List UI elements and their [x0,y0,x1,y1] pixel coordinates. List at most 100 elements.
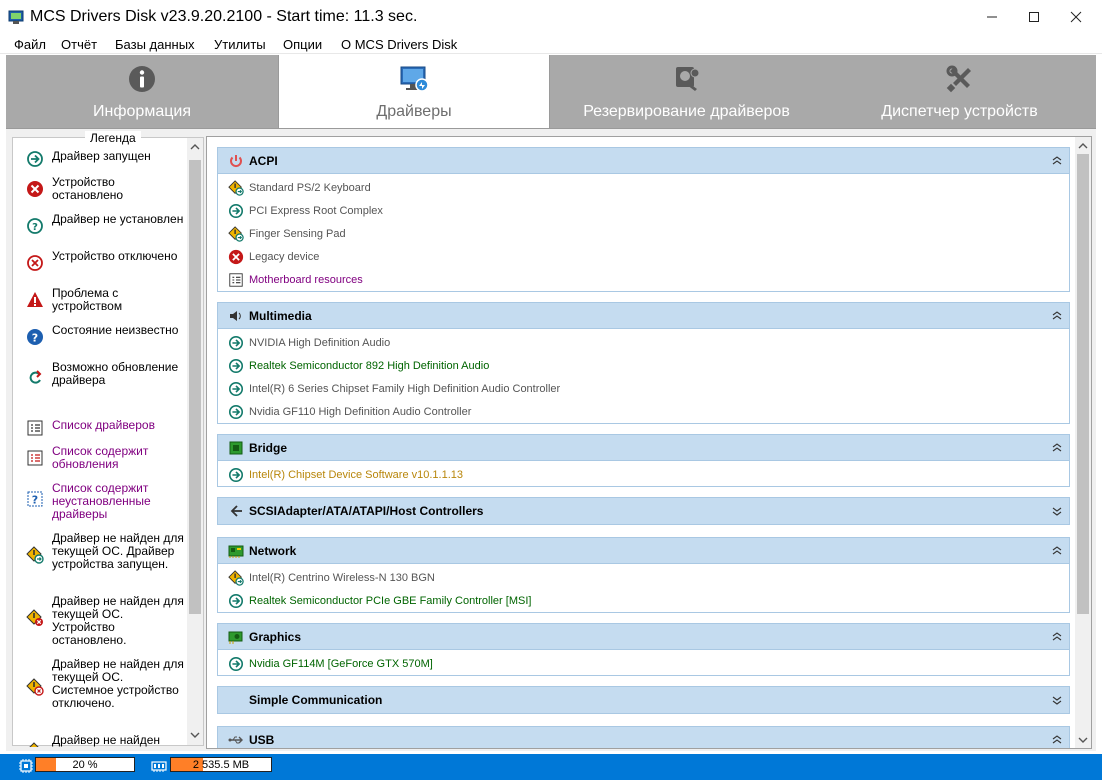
main-tabs: Информация Драйверы Резервирование драйв… [6,55,1096,129]
chevron-up-icon [190,143,200,149]
driver-row[interactable]: Motherboard resources [228,270,1058,290]
menu-about[interactable]: О MCS Drivers Disk [341,37,457,52]
legend-text: Драйвер не установлен [52,212,184,226]
group-graphics: Graphics Nvidia GF114M [GeForce GTX 570M… [217,623,1070,676]
collapse-icon[interactable] [1050,441,1064,455]
scroll-up-button[interactable] [1075,137,1091,153]
group-header[interactable]: Network [218,538,1069,564]
legend-item: Возможно обновление драйвера [13,361,189,411]
collapse-icon[interactable] [1050,630,1064,644]
tab-information[interactable]: Информация [6,55,278,128]
driver-name: Standard PS/2 Keyboard [249,182,371,194]
drivers-monitor-icon [400,66,429,92]
group-header[interactable]: ACPI [218,148,1069,174]
scroll-down-button[interactable] [1075,732,1091,748]
legend-text: Устройство отключено [52,249,178,263]
driver-row[interactable]: Realtek Semiconductor PCIe GBE Family Co… [228,591,1058,611]
notfound-running-icon [26,546,44,564]
legend-text: Драйвер запущен [52,149,151,163]
graphics-card-icon [228,631,243,644]
chevron-down-icon [1078,737,1088,743]
driver-row[interactable]: Intel(R) Centrino Wireless-N 130 BGN [228,568,1058,588]
driver-row[interactable]: Intel(R) 6 Series Chipset Family High De… [228,379,1058,399]
legend-text: Драйвер не найден [52,733,161,747]
collapse-icon[interactable] [1050,309,1064,323]
tab-device-manager[interactable]: Диспетчер устройств [823,55,1096,128]
legend-text: Драйвер не найден для текущей ОС. Драйве… [52,531,184,571]
svg-text:?: ? [32,222,38,233]
tools-icon [946,65,971,93]
tab-label: Диспетчер устройств [881,103,1038,120]
group-title: Multimedia [249,309,312,323]
notfound-running-icon [228,570,244,586]
expand-icon[interactable] [1050,504,1064,518]
group-header[interactable]: Bridge [218,435,1069,461]
speaker-icon [230,311,241,321]
driver-row[interactable]: Legacy device [228,247,1058,267]
driver-name: PCI Express Root Complex [249,205,383,217]
warning-icon [27,292,43,307]
menu-file[interactable]: Файл [14,37,46,52]
driver-name: Intel(R) Centrino Wireless-N 130 BGN [249,572,435,584]
chip-icon [229,441,243,455]
driver-row[interactable]: Nvidia GF110 High Definition Audio Contr… [228,402,1058,422]
menu-options[interactable]: Опции [283,37,322,52]
legend-scrollbar[interactable] [187,138,203,745]
legend-panel: Легенда Драйвер запущен Устройство остан… [12,131,204,747]
legend-text: Драйвер не найден для текущей ОС. Устрой… [52,594,184,647]
cpu-usage-bar: 20 % [35,757,135,772]
driver-row[interactable]: Nvidia GF114M [GeForce GTX 570M] [228,654,1058,674]
legend-item: Список драйверов [13,419,189,445]
notfound-disabled-icon [26,678,44,696]
driver-row[interactable]: Realtek Semiconductor 892 High Definitio… [228,356,1058,376]
legend-item: Список содержит обновления [13,445,189,482]
driver-row[interactable]: Intel(R) Chipset Device Software v10.1.1… [228,465,1058,485]
driver-row[interactable]: Standard PS/2 Keyboard [228,178,1058,198]
running-icon [228,358,244,374]
group-header[interactable]: Multimedia [218,303,1069,329]
tab-driver-backup[interactable]: Резервирование драйверов [550,55,823,128]
menu-bar: Файл Отчёт Базы данных Утилиты Опции О M… [0,34,1102,54]
group-header[interactable]: Simple Communication [218,687,1069,713]
running-icon [228,381,244,397]
group-title: ACPI [249,154,278,168]
driver-row[interactable]: NVIDIA High Definition Audio [228,333,1058,353]
group-header[interactable]: SCSIAdapter/ATA/ATAPI/Host Controllers [218,498,1069,524]
window-title: MCS Drivers Disk v23.9.20.2100 - Start t… [30,8,418,25]
group-scsi: SCSIAdapter/ATA/ATAPI/Host Controllers [217,497,1070,525]
driver-name: Intel(R) 6 Series Chipset Family High De… [249,383,561,395]
menu-utilities[interactable]: Утилиты [214,37,266,52]
menu-databases[interactable]: Базы данных [115,37,195,52]
maximize-button[interactable] [1012,0,1056,34]
unknown-icon: ? [27,329,43,345]
tab-label: Информация [93,103,191,120]
drivers-scrollbar[interactable] [1075,137,1091,748]
group-header[interactable]: USB [218,727,1069,748]
legend-text: Устройство остановлено [52,175,124,202]
tab-drivers[interactable]: Драйверы [278,55,550,129]
driver-row[interactable]: PCI Express Root Complex [228,201,1058,221]
list-icon [229,273,243,287]
group-usb: USB [217,726,1070,748]
collapse-icon[interactable] [1050,154,1064,168]
drivers-scroll-thumb[interactable] [1077,154,1089,614]
collapse-icon[interactable] [1050,544,1064,558]
svg-text:?: ? [32,332,38,345]
close-button[interactable] [1054,0,1098,34]
scsi-icon [230,505,242,517]
driver-name: Intel(R) Chipset Device Software v10.1.1… [249,469,463,481]
scroll-up-button[interactable] [187,138,203,154]
expand-icon[interactable] [1050,693,1064,707]
scroll-down-button[interactable] [187,727,203,743]
legend-list: Драйвер запущен Устройство остановлено ?… [13,138,189,747]
list-icon [27,420,43,436]
menu-report[interactable]: Отчёт [61,37,97,52]
collapse-icon[interactable] [1050,733,1064,747]
disabled-icon [27,255,43,271]
driver-name: Legacy device [249,251,320,263]
driver-row[interactable]: Finger Sensing Pad [228,224,1058,244]
usb-icon [228,736,243,744]
group-header[interactable]: Graphics [218,624,1069,650]
minimize-button[interactable] [970,0,1014,34]
legend-scroll-thumb[interactable] [189,160,201,614]
